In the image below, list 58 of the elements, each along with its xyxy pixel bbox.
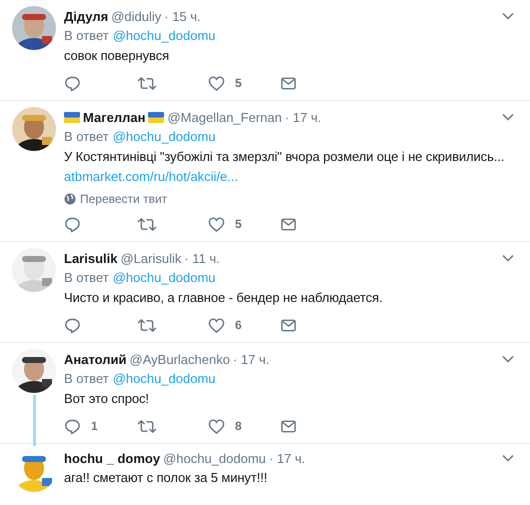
reply-icon[interactable]	[64, 316, 81, 334]
like-count: 5	[235, 217, 242, 231]
retweet-icon[interactable]	[136, 418, 158, 434]
reply-icon[interactable]	[64, 418, 81, 434]
flag-icon	[148, 112, 164, 122]
tweet-text: ага!! сметают с полок за 5 минут!!!	[64, 469, 268, 487]
globe-icon	[64, 193, 76, 205]
timestamp[interactable]: · 17 ч.	[232, 352, 270, 366]
timestamp[interactable]: · 17 ч.	[268, 450, 306, 466]
reply-count: 1	[91, 419, 98, 433]
author-handle[interactable]: @hochu_dodomu	[163, 450, 266, 466]
author-handle[interactable]: @Larisulik	[120, 250, 182, 266]
reply-icon[interactable]	[64, 74, 81, 92]
heart-icon[interactable]	[208, 74, 225, 92]
heart-icon[interactable]	[208, 216, 225, 232]
chevron-down-icon[interactable]	[502, 454, 514, 462]
heart-icon[interactable]	[208, 316, 225, 334]
like-count: 8	[235, 419, 242, 433]
author-name[interactable]: Дідуля	[64, 8, 108, 24]
chevron-down-icon[interactable]	[502, 12, 514, 20]
mail-icon[interactable]	[280, 216, 297, 232]
retweet-icon[interactable]	[136, 316, 158, 334]
reply-to-link[interactable]: @hochu_dodomu	[112, 270, 216, 285]
reply-to-link[interactable]: @hochu_dodomu	[112, 129, 216, 144]
tweet-text: У Костянтинівці "зубожілі та змерзлі" вчора розмели оце і не скривились...	[64, 148, 506, 166]
reply-icon[interactable]	[64, 216, 81, 232]
chevron-down-icon[interactable]	[502, 254, 514, 262]
author-name[interactable]: Магеллан	[83, 110, 146, 124]
mail-icon[interactable]	[280, 316, 297, 334]
chevron-down-icon[interactable]	[502, 113, 514, 121]
tweet-text: Вот это спрос!	[64, 390, 150, 408]
timestamp[interactable]: · 17 ч.	[284, 110, 322, 124]
mail-icon[interactable]	[280, 418, 297, 434]
chevron-down-icon[interactable]	[502, 355, 514, 363]
timestamp[interactable]: · 15 ч.	[164, 8, 201, 24]
translate-link[interactable]: Перевести твит	[80, 192, 168, 206]
reply-label: В ответ	[64, 28, 109, 43]
like-count: 5	[235, 76, 242, 90]
author-name[interactable]: hochu _ domoy	[64, 450, 160, 466]
mail-icon[interactable]	[280, 74, 297, 92]
like-count: 6	[235, 318, 242, 332]
timestamp[interactable]: · 11 ч.	[184, 250, 220, 266]
reply-to-link[interactable]: @hochu_dodomu	[112, 371, 216, 386]
author-name[interactable]: Анатолий	[64, 352, 127, 366]
author-name[interactable]: Larisulik	[64, 250, 118, 266]
author-handle[interactable]: @AyBurlachenko	[130, 352, 230, 366]
reply-to-link[interactable]: @hochu_dodomu	[112, 28, 216, 43]
url-link[interactable]: atbmarket.com/ru/hot/akcii/e...	[64, 169, 238, 184]
retweet-icon[interactable]	[136, 74, 158, 92]
reply-label: В ответ	[64, 371, 109, 386]
author-handle[interactable]: @Magellan_Fernan	[167, 110, 282, 124]
reply-label: В ответ	[64, 270, 109, 285]
tweet-text: совок повернувся	[64, 47, 170, 65]
heart-icon[interactable]	[208, 418, 225, 434]
retweet-icon[interactable]	[136, 216, 158, 232]
tweet-text: Чисто и красиво, а главное - бендер не наблюдается.	[64, 289, 384, 307]
reply-label: В ответ	[64, 129, 109, 144]
author-handle[interactable]: @diduliy	[111, 8, 162, 24]
